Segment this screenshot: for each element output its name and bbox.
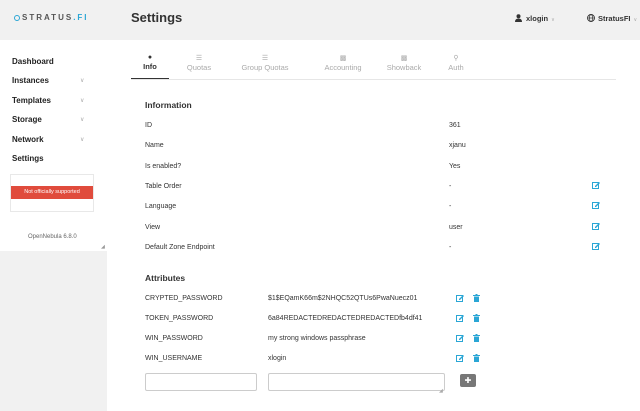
chevron-down-icon: ∨ [633, 17, 638, 23]
info-icon: ● [147, 54, 153, 61]
sidebar: STRATUS.FI Dashboard Instances ∨ Templat… [0, 0, 107, 411]
tab-label: Showback [386, 63, 422, 72]
sidebar-item-templates[interactable]: Templates [12, 96, 51, 105]
trash-icon[interactable] [473, 354, 480, 362]
attribute-key: WIN_USERNAME [145, 355, 203, 362]
tab-group-quotas[interactable]: ☰ Group Quotas [235, 54, 295, 72]
info-row-label: ID [145, 122, 152, 129]
chevron-down-icon[interactable]: ∨ [80, 77, 84, 84]
attribute-value: xlogin [268, 355, 287, 362]
tab-label: Group Quotas [241, 63, 289, 72]
header: Settings xlogin ∨ StratusFI ∨ [107, 0, 640, 40]
edit-icon[interactable] [456, 354, 464, 362]
resize-grip-icon[interactable]: ◢ [439, 388, 443, 394]
money-icon: ▩ [400, 55, 408, 62]
tabs-divider [131, 79, 616, 80]
info-row-value: 361 [449, 122, 461, 129]
attribute-key: WIN_PASSWORD [145, 335, 203, 342]
key-icon: ⚲ [453, 55, 459, 62]
zone-menu[interactable]: StratusFI ∨ [587, 14, 637, 23]
info-row-label: View [145, 224, 161, 231]
edit-icon[interactable] [592, 242, 600, 250]
tab-accounting[interactable]: ▩ Accounting [313, 54, 373, 72]
brand-name: STRATUS [22, 13, 74, 22]
new-attribute-value-input[interactable] [268, 373, 445, 391]
info-row-label: Table Order [145, 183, 182, 190]
tab-auth[interactable]: ⚲ Auth [441, 54, 471, 72]
tab-label: Auth [448, 63, 464, 72]
edit-icon[interactable] [456, 294, 464, 302]
brand-logo[interactable]: STRATUS.FI [14, 13, 89, 22]
sidebar-item-storage[interactable]: Storage [12, 115, 42, 124]
logo-icon [14, 14, 20, 21]
trash-icon[interactable] [473, 294, 480, 302]
new-attribute-key-input[interactable] [145, 373, 257, 391]
add-attribute-button[interactable]: ✚ [460, 374, 476, 387]
info-row-label: Language [145, 203, 177, 210]
zone-name: StratusFI [598, 14, 631, 23]
brand-accent: .FI [73, 13, 89, 22]
tab-label: Info [143, 62, 157, 71]
edit-icon[interactable] [456, 334, 464, 342]
user-menu[interactable]: xlogin ∨ [515, 14, 555, 23]
edit-icon[interactable] [592, 201, 600, 209]
info-row-value: - [449, 244, 452, 251]
info-row-label: Default Zone Endpoint [145, 244, 215, 251]
info-row-value: - [449, 183, 452, 190]
info-row-label: Is enabled? [145, 163, 182, 170]
version-label: OpenNebula 6.8.0 [28, 234, 77, 240]
list-icon: ☰ [261, 55, 269, 62]
chevron-down-icon[interactable]: ∨ [80, 136, 84, 143]
page-title: Settings [131, 10, 183, 25]
globe-icon [587, 14, 595, 22]
tab-label: Quotas [186, 63, 212, 72]
edit-icon[interactable] [592, 222, 600, 230]
info-row-value: xjanu [449, 142, 466, 149]
attribute-key: TOKEN_PASSWORD [145, 315, 214, 322]
tab-label: Accounting [324, 63, 362, 72]
user-name: xlogin [526, 14, 549, 23]
main-panel: ● Info ☰ Quotas ☰ Group Quotas ▩ Accounting … [107, 40, 640, 411]
sidebar-item-network[interactable]: Network [12, 135, 44, 144]
trash-icon[interactable] [473, 314, 480, 322]
sidebar-item-dashboard[interactable]: Dashboard [12, 57, 54, 66]
info-row-value: Yes [449, 163, 461, 170]
tab-info[interactable]: ● Info [131, 54, 169, 71]
resize-handle-icon[interactable]: ◢ [101, 244, 105, 250]
edit-icon[interactable] [456, 314, 464, 322]
information-title: Information [145, 100, 192, 110]
attribute-value: my strong windows passphrase [268, 335, 366, 342]
tab-bar: ● Info ☰ Quotas ☰ Group Quotas ▩ Accounting … [131, 54, 521, 80]
info-row-label: Name [145, 142, 164, 149]
sidebar-item-instances[interactable]: Instances [12, 76, 49, 85]
support-badge: Not officially supported [11, 186, 93, 199]
list-icon: ☰ [195, 55, 203, 62]
bar-chart-icon: ▩ [339, 55, 347, 62]
attributes-title: Attributes [145, 273, 186, 283]
user-icon [515, 14, 522, 22]
sidebar-item-settings[interactable]: Settings [12, 154, 44, 163]
plus-icon: ✚ [464, 376, 472, 385]
tab-showback[interactable]: ▩ Showback [378, 54, 430, 72]
info-row-value: user [449, 224, 463, 231]
attribute-key: CRYPTED_PASSWORD [145, 295, 223, 302]
info-row-value: - [449, 203, 452, 210]
attribute-value: $1$EQamK66m$2NHQC52QTUs6PwaNuecz01 [268, 295, 418, 302]
edit-icon[interactable] [592, 181, 600, 189]
chevron-down-icon: ∨ [551, 17, 555, 23]
trash-icon[interactable] [473, 334, 480, 342]
chevron-down-icon[interactable]: ∨ [80, 97, 84, 104]
chevron-down-icon[interactable]: ∨ [80, 116, 84, 123]
sidebar-panel [0, 40, 107, 251]
attribute-value: 6a84REDACTEDREDACTEDREDACTEDfb4df41 [268, 315, 423, 322]
tab-quotas[interactable]: ☰ Quotas [175, 54, 223, 72]
